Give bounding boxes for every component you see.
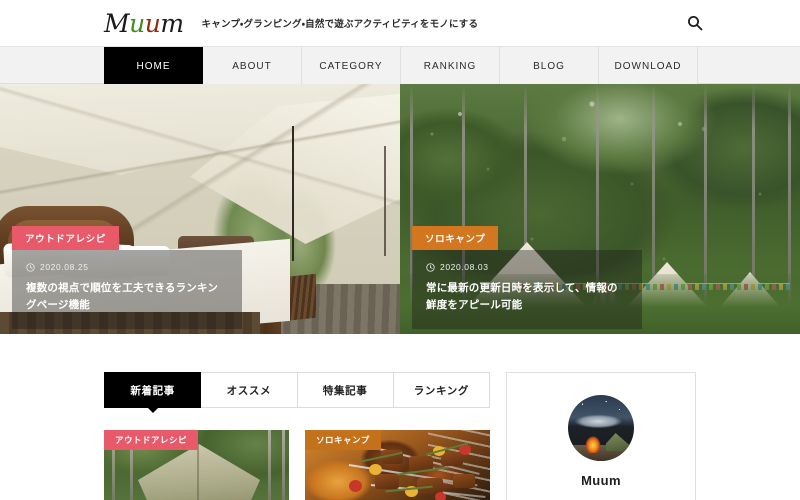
hero-caption-1: 2020.08.25 複数の視点で順位を工夫できるランキングページ機能 xyxy=(12,250,242,329)
hero-title-2[interactable]: 常に最新の更新日時を表示して、情報の鮮度をアピール可能 xyxy=(426,280,628,315)
hero-badge-1[interactable]: アウトドアレシピ xyxy=(12,226,119,250)
nav-item-category[interactable]: CATEGORY xyxy=(302,47,401,85)
hero-badge-2[interactable]: ソロキャンプ xyxy=(412,226,499,250)
content-area: 新着記事 オススメ 特集記事 ランキング アウトドアレシピ ソロキャンプ Muu… xyxy=(0,334,800,500)
site-header: Muum キャンプ・グランピング・自然で遊ぶアクティビティをモノにする xyxy=(0,0,800,46)
tab-ranking[interactable]: ランキング xyxy=(393,372,490,408)
hero-date-text-2: 2020.08.03 xyxy=(440,262,489,272)
main-column: 新着記事 オススメ 特集記事 ランキング アウトドアレシピ ソロキャンプ xyxy=(104,372,490,500)
hero-date-1: 2020.08.25 xyxy=(26,262,228,272)
nav-left-spacer xyxy=(0,47,104,83)
nav-item-home[interactable]: HOME xyxy=(104,47,203,85)
hero-date-text-1: 2020.08.25 xyxy=(40,262,89,272)
clock-icon xyxy=(26,262,35,272)
logo-letter-1: M xyxy=(104,8,130,38)
profile-name: Muum xyxy=(581,473,621,488)
article-tabs: 新着記事 オススメ 特集記事 ランキング xyxy=(104,372,490,408)
hero-title-1[interactable]: 複数の視点で順位を工夫できるランキングページ機能 xyxy=(26,280,228,315)
nav-item-download[interactable]: DOWNLOAD xyxy=(599,47,698,85)
article-thumbnail: ソロキャンプ xyxy=(305,430,490,500)
hero-slide-1[interactable]: アウトドアレシピ 2020.08.25 複数の視点で順位を工夫できるランキングペ… xyxy=(0,84,400,334)
clock-icon xyxy=(426,262,435,272)
nav-item-ranking[interactable]: RANKING xyxy=(401,47,500,85)
avatar[interactable] xyxy=(568,395,634,461)
article-thumbnail: アウトドアレシピ xyxy=(104,430,289,500)
nav-item-about[interactable]: ABOUT xyxy=(203,47,302,85)
hero-slide-2[interactable]: ソロキャンプ 2020.08.03 常に最新の更新日時を表示して、情報の鮮度をア… xyxy=(400,84,800,334)
tab-featured[interactable]: 特集記事 xyxy=(297,372,394,408)
site-logo[interactable]: Muum xyxy=(104,11,184,36)
sidebar: Muum xyxy=(506,372,696,500)
profile-widget: Muum xyxy=(506,372,696,500)
article-card-list: アウトドアレシピ ソロキャンプ xyxy=(104,430,490,500)
tab-new-articles[interactable]: 新着記事 xyxy=(104,372,202,408)
logo-letter-2: u xyxy=(129,8,145,38)
logo-letter-4: m xyxy=(160,8,184,38)
search-icon[interactable] xyxy=(686,14,704,32)
article-badge[interactable]: アウトドアレシピ xyxy=(104,430,199,450)
hero-date-2: 2020.08.03 xyxy=(426,262,628,272)
tab-recommended[interactable]: オススメ xyxy=(201,372,298,408)
main-navigation: HOME ABOUT CATEGORY RANKING BLOG DOWNLOA… xyxy=(0,46,800,85)
article-card[interactable]: アウトドアレシピ xyxy=(104,430,289,500)
nav-item-blog[interactable]: BLOG xyxy=(500,47,599,85)
logo-letter-3: u xyxy=(144,8,161,38)
hero-carousel: アウトドアレシピ 2020.08.25 複数の視点で順位を工夫できるランキングペ… xyxy=(0,84,800,334)
nav-list: HOME ABOUT CATEGORY RANKING BLOG DOWNLOA… xyxy=(104,47,698,85)
article-badge[interactable]: ソロキャンプ xyxy=(305,430,381,450)
site-tagline: キャンプ・グランピング・自然で遊ぶアクティビティをモノにする xyxy=(201,19,479,30)
hero-caption-2: 2020.08.03 常に最新の更新日時を表示して、情報の鮮度をアピール可能 xyxy=(412,250,642,329)
article-card[interactable]: ソロキャンプ xyxy=(305,430,490,500)
